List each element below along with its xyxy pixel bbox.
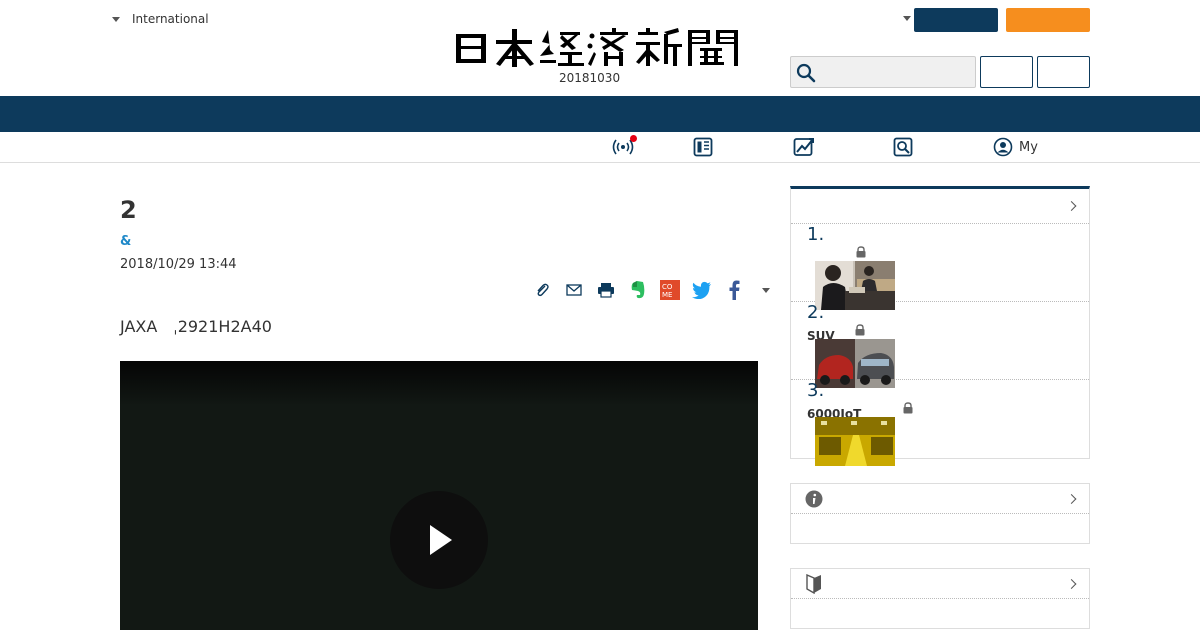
header-outline-button-1[interactable] [980, 56, 1033, 88]
article-date: 2018/10/29 13:44 [120, 257, 237, 272]
caret-down-icon [762, 287, 770, 293]
mail-button[interactable] [558, 278, 590, 302]
subnav-paper[interactable] [693, 137, 713, 157]
article-title: 2 [120, 196, 137, 224]
language-selector[interactable]: International [112, 12, 209, 26]
play-button[interactable] [390, 491, 488, 589]
ranking-header[interactable] [791, 189, 1089, 224]
beginner-panel [790, 568, 1090, 629]
notification-dot [630, 135, 637, 142]
paper-icon [693, 137, 713, 157]
ranking-number: 3. [807, 380, 825, 401]
ranking-number: 1. [807, 224, 825, 245]
language-label: International [132, 12, 209, 26]
video-player[interactable] [120, 361, 758, 630]
subnav-markets[interactable] [793, 137, 815, 157]
ranking-panel: 1. 2. SUV 3. 6000IoT [790, 186, 1090, 466]
search-input[interactable] [819, 59, 969, 85]
comment-button[interactable]: CO ME [654, 278, 686, 302]
caret-down-icon [112, 16, 120, 22]
search-icon[interactable] [796, 63, 816, 83]
article-category[interactable]: & [120, 234, 131, 249]
lock-icon [855, 324, 865, 336]
ranking-number: 2. [807, 302, 825, 323]
twitter-icon [692, 281, 711, 299]
sub-nav: My [0, 132, 1200, 163]
twitter-button[interactable] [686, 278, 718, 302]
clip-button[interactable] [526, 278, 558, 302]
search-box[interactable] [790, 56, 976, 88]
site-logo[interactable] [452, 26, 752, 70]
beginner-panel-header[interactable] [791, 569, 1089, 599]
my-label: My [1019, 139, 1038, 155]
header-outline-button-2[interactable] [1037, 56, 1090, 88]
print-button[interactable] [590, 278, 622, 302]
ranking-item[interactable]: 2. SUV [791, 302, 1089, 388]
find-icon [893, 137, 913, 157]
ranking-item[interactable]: 1. [791, 224, 1089, 310]
info-panel [790, 483, 1090, 544]
account-caret-icon[interactable] [903, 16, 911, 21]
chevron-right-icon [1066, 578, 1077, 589]
clip-icon [537, 283, 549, 297]
more-share-button[interactable] [750, 278, 782, 302]
facebook-icon [729, 280, 740, 300]
comment-icon: CO ME [660, 280, 680, 300]
user-icon [993, 137, 1013, 157]
info-icon [805, 490, 823, 508]
article-lead: JAXA ˌ2921H2A40 [120, 317, 272, 336]
info-panel-header[interactable] [791, 484, 1089, 514]
evernote-button[interactable] [622, 278, 654, 302]
facebook-button[interactable] [718, 278, 750, 302]
ranking-thumbnail [815, 417, 895, 466]
svg-text:CO: CO [662, 283, 673, 291]
subnav-my[interactable]: My [993, 137, 1038, 157]
edition-date: 20181030 [559, 71, 621, 85]
mail-icon [566, 284, 582, 296]
site-header: International 20181030 [0, 0, 1200, 96]
login-button[interactable] [914, 8, 998, 32]
ranking-item[interactable]: 3. 6000IoT [791, 380, 1089, 466]
svg-text:ME: ME [662, 291, 672, 299]
subnav-search[interactable] [893, 137, 913, 157]
chart-icon [793, 138, 814, 156]
print-icon [598, 283, 614, 298]
evernote-icon [631, 281, 645, 299]
subscribe-button[interactable] [1006, 8, 1090, 32]
chevron-right-icon [1066, 493, 1077, 504]
beginner-icon [806, 574, 821, 594]
share-toolbar: CO ME [526, 278, 782, 302]
lock-icon [856, 246, 866, 258]
main-nav-bar [0, 96, 1200, 132]
lock-icon [903, 402, 913, 414]
play-icon [430, 525, 452, 555]
chevron-right-icon [1066, 201, 1077, 211]
subnav-live[interactable] [612, 135, 637, 157]
video-top-shade [120, 361, 758, 406]
